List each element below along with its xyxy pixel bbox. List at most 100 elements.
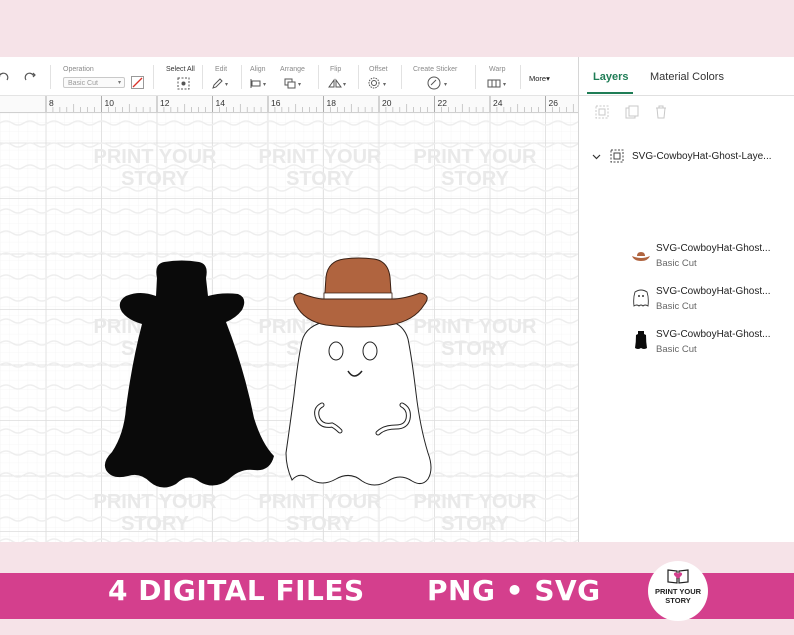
tab-layers[interactable]: Layers (593, 71, 628, 83)
toolbar-divider (401, 65, 402, 89)
arrange-icon[interactable]: ▾ (284, 78, 306, 89)
ghost-outline-thumb-icon (633, 289, 649, 307)
ruler-ticks (45, 96, 574, 112)
align-icon[interactable]: ▾ (250, 78, 270, 89)
svg-text:▾: ▾ (263, 81, 266, 88)
operation-value: Basic Cut (68, 80, 98, 87)
arrange-label: Arrange (280, 66, 305, 73)
design-space-app: Operation Basic Cut ▾ Select All Edit ▾ … (0, 57, 794, 542)
svg-text:▾: ▾ (444, 81, 447, 88)
toolbar-divider (50, 65, 51, 89)
toolbar-divider (241, 65, 242, 89)
trash-icon[interactable] (654, 105, 668, 119)
svg-text:▾: ▾ (343, 81, 346, 88)
toolbar-divider (358, 65, 359, 89)
layer-name: SVG-CowboyHat-Ghost... (656, 286, 771, 297)
layer-operation: Basic Cut (656, 301, 697, 312)
chevron-down-icon: ▾ (117, 80, 121, 86)
flip-label: Flip (330, 66, 342, 73)
top-background-strip (0, 0, 794, 57)
svg-text:▾: ▾ (383, 81, 386, 88)
hat-thumb-icon (632, 252, 650, 261)
sticker-icon[interactable]: ▾ (427, 76, 453, 90)
operation-select[interactable]: Basic Cut ▾ (63, 77, 125, 88)
toolbar-divider (202, 65, 203, 89)
more-label: More (529, 74, 547, 83)
flip-icon[interactable]: ▾ (328, 78, 350, 89)
layer-group-row[interactable]: SVG-CowboyHat-Ghost-Laye... (579, 149, 794, 169)
panel-divider (579, 95, 794, 96)
offset-icon[interactable]: ▾ (368, 77, 392, 89)
logo-text-line2: STORY (665, 596, 691, 605)
toolbar-divider (520, 65, 521, 89)
ruler-label: 12 (160, 98, 170, 108)
watermark-text: PRINT YOUR (259, 146, 383, 168)
toolbar-divider (475, 65, 476, 89)
book-heart-icon (667, 569, 689, 584)
group-layer-icon (610, 149, 624, 163)
operation-label: Operation (63, 66, 94, 73)
watermark-text: STORY (121, 168, 189, 190)
chevron-down-icon[interactable] (592, 152, 601, 161)
create-sticker-label: Create Sticker (413, 66, 458, 73)
tab-material-colors[interactable]: Material Colors (650, 71, 724, 83)
duplicate-icon[interactable] (625, 105, 639, 119)
warp-icon[interactable]: ▾ (487, 78, 511, 89)
watermark-text: PRINT YOUR (94, 491, 218, 513)
layer-row[interactable]: SVG-CowboyHat-Ghost... Basic Cut (579, 284, 794, 318)
watermark-text: STORY (441, 513, 509, 535)
watermark-text: PRINT YOUR (259, 491, 383, 513)
ruler-label: 26 (548, 98, 558, 108)
layers-panel: Layers Material Colors SVG-CowboyHat-Gho… (578, 57, 794, 542)
watermark-text: PRINT YOUR (94, 146, 218, 168)
watermark-text: STORY (441, 338, 509, 360)
ruler-label: 8 (49, 98, 54, 108)
align-label: Align (250, 66, 266, 73)
ruler-label: 24 (493, 98, 503, 108)
horizontal-ruler: 8 10 12 14 16 18 20 22 24 26 (0, 96, 578, 113)
watermark-text: STORY (441, 168, 509, 190)
undo-icon[interactable] (0, 71, 10, 83)
ghost-outline-with-hat[interactable] (278, 255, 438, 491)
layer-row[interactable]: SVG-CowboyHat-Ghost... Basic Cut (579, 327, 794, 361)
edit-toolbar: Operation Basic Cut ▾ Select All Edit ▾ … (0, 57, 578, 96)
toolbar-divider (318, 65, 319, 89)
formats-text: PNG • SVG (427, 574, 601, 607)
redo-icon[interactable] (23, 71, 37, 83)
ghost-silhouette-with-hat[interactable] (102, 258, 277, 493)
svg-text:▾: ▾ (225, 81, 228, 88)
ruler-label: 16 (271, 98, 281, 108)
layer-operation: Basic Cut (656, 258, 697, 269)
pencil-icon[interactable]: ▾ (212, 78, 230, 89)
offset-label: Offset (369, 66, 388, 73)
svg-text:▾: ▾ (298, 81, 301, 88)
toolbar-divider (153, 65, 154, 89)
material-color-swatch-icon[interactable] (131, 76, 144, 89)
active-tab-indicator (587, 92, 633, 94)
layer-name: SVG-CowboyHat-Ghost... (656, 329, 771, 340)
cowboy-hat (293, 257, 428, 328)
logo-text-line1: PRINT YOUR (654, 587, 702, 596)
watermark-text: STORY (286, 168, 354, 190)
ruler-label: 10 (104, 98, 114, 108)
select-all-label: Select All (166, 66, 195, 73)
more-button[interactable]: More▾ (529, 74, 550, 83)
layer-group-name: SVG-CowboyHat-Ghost-Laye... (632, 151, 772, 162)
watermark-text: STORY (121, 513, 189, 535)
watermark-text: STORY (286, 513, 354, 535)
layer-name: SVG-CowboyHat-Ghost... (656, 243, 771, 254)
design-canvas[interactable]: PRINT YOUR STORY PRINT YOUR STORY PRINT YOUR… (0, 113, 578, 542)
layer-row[interactable]: SVG-CowboyHat-Ghost... Basic Cut (579, 241, 794, 275)
ruler-label: 14 (215, 98, 225, 108)
digital-files-text: 4 DIGITAL FILES (108, 574, 365, 607)
edit-label: Edit (215, 66, 228, 73)
svg-text:▾: ▾ (503, 81, 506, 88)
warp-label: Warp (489, 66, 506, 73)
watermark-text: PRINT YOUR (414, 491, 538, 513)
group-icon[interactable] (595, 105, 609, 119)
ruler-label: 22 (437, 98, 447, 108)
select-all-icon[interactable] (177, 77, 190, 90)
watermark-text: PRINT YOUR (414, 146, 538, 168)
layer-operation: Basic Cut (656, 344, 697, 355)
ghost-silhouette-thumb-icon (635, 331, 647, 349)
